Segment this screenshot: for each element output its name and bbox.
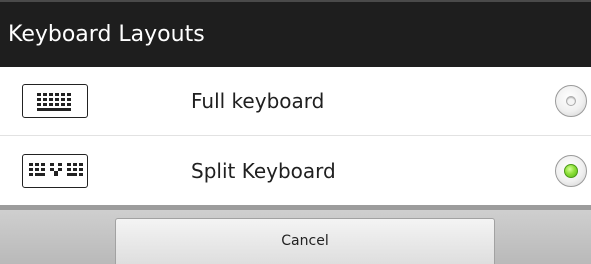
cancel-button[interactable]: Cancel: [115, 218, 495, 264]
option-split-keyboard[interactable]: Split Keyboard: [0, 137, 591, 205]
dialog-footer: Cancel: [0, 210, 591, 264]
radio-full-keyboard[interactable]: [555, 85, 587, 117]
keyboard-layouts-dialog: Keyboard Layouts Full keyboard Split Key…: [0, 0, 591, 264]
option-label-split-keyboard: Split Keyboard: [191, 159, 336, 183]
option-full-keyboard[interactable]: Full keyboard: [0, 67, 591, 136]
split-keyboard-icon: [22, 154, 88, 188]
radio-split-keyboard[interactable]: [555, 155, 587, 187]
option-label-full-keyboard: Full keyboard: [191, 89, 325, 113]
radio-selected-indicator: [564, 164, 578, 178]
full-keyboard-icon: [22, 84, 88, 118]
dialog-title: Keyboard Layouts: [8, 22, 205, 47]
dialog-title-bar: Keyboard Layouts: [0, 0, 591, 67]
radio-unselected-indicator: [566, 96, 576, 106]
